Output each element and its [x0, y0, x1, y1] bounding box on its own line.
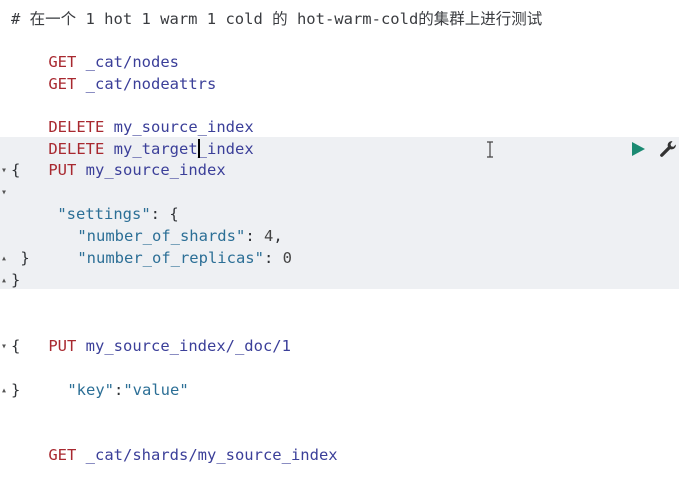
fold-toggle-icon[interactable]: ▴ [1, 270, 7, 292]
request-url: my_source_index [85, 161, 226, 179]
json-key-line: "number_of_shards": 4, [40, 203, 282, 245]
json-brace: } [11, 249, 30, 267]
json-value: "value" [123, 381, 189, 399]
fold-toggle-icon[interactable]: ▴ [1, 380, 7, 402]
json-key: "number_of_replicas" [77, 249, 264, 267]
json-brace: { [11, 337, 21, 355]
http-method: GET [48, 446, 77, 464]
active-request-line[interactable]: PUT my_source_index [11, 137, 225, 179]
json-brace: } [11, 271, 21, 289]
wrench-icon[interactable] [658, 139, 678, 159]
json-punct: : [114, 381, 124, 399]
json-value: 0 [282, 249, 292, 267]
request-line[interactable]: PUT my_source_index/_doc/1 [11, 313, 291, 355]
json-key-line: "number_of_replicas": 0 [40, 225, 292, 267]
play-icon[interactable] [629, 140, 647, 158]
request-line[interactable]: GET _cat/nodes [11, 29, 179, 71]
request-url: _cat/nodeattrs [85, 75, 217, 93]
request-line[interactable]: GET _cat/nodeattrs [11, 51, 216, 93]
json-brace: } [11, 381, 21, 399]
json-punct: : [263, 249, 283, 267]
comment-line: # 在一个 1 hot 1 warm 1 cold 的 hot-warm-col… [11, 10, 543, 28]
request-line[interactable]: DELETE my_target_index [11, 116, 253, 158]
text-cursor [198, 139, 200, 158]
fold-toggle-icon[interactable]: ▾ [1, 182, 7, 204]
json-key-line: "key":"value" [30, 357, 188, 399]
fold-toggle-icon[interactable]: ▾ [1, 336, 7, 358]
http-method: GET [48, 75, 77, 93]
request-url: _cat/shards/my_source_index [85, 446, 338, 464]
fold-toggle-icon[interactable]: ▴ [1, 248, 7, 270]
http-method: PUT [48, 337, 77, 355]
json-brace: { [11, 161, 21, 179]
console-editor[interactable]: # 在一个 1 hot 1 warm 1 cold 的 hot-warm-col… [0, 0, 679, 464]
http-method: PUT [48, 161, 77, 179]
request-line[interactable]: DELETE my_source_index [11, 94, 253, 136]
fold-toggle-icon[interactable]: ▾ [1, 160, 7, 182]
request-line[interactable]: GET _cat/shards/my_source_index [11, 422, 337, 464]
json-key: "key" [67, 381, 114, 399]
ibeam-cursor-icon [487, 141, 493, 158]
json-key-line: "settings": { [20, 181, 178, 223]
request-url: my_source_index/_doc/1 [85, 337, 291, 355]
